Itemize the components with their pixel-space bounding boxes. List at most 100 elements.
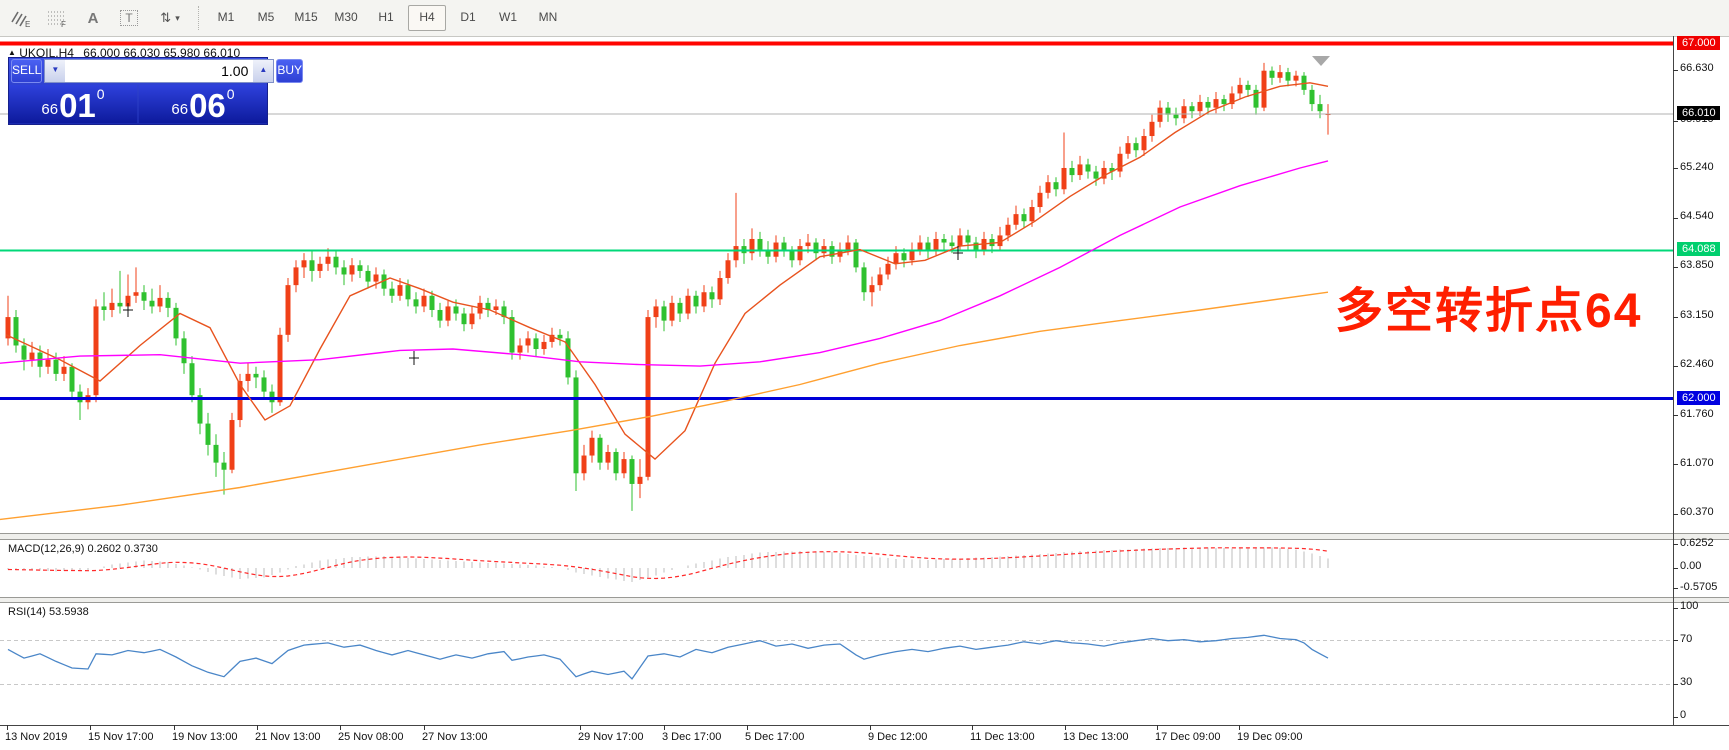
price-tick-label: 61.760 <box>1680 408 1714 420</box>
time-tick <box>174 725 175 730</box>
macd-tick-label: 0.6252 <box>1680 537 1714 549</box>
time-tick <box>340 725 341 730</box>
axis-tick <box>1673 608 1678 609</box>
axis-tick <box>1673 218 1678 219</box>
time-tick <box>972 725 973 730</box>
axis-tick <box>1673 588 1678 589</box>
timeframe-button-M5[interactable]: M5 <box>248 5 284 29</box>
grid-fibo-icon[interactable]: F <box>42 5 72 31</box>
textbox-t-icon[interactable]: T <box>114 5 144 31</box>
time-tick-label: 21 Nov 13:00 <box>255 731 321 743</box>
toolbar-separator <box>198 6 200 30</box>
time-tick-label: 5 Dec 17:00 <box>745 731 805 743</box>
timeframe-button-M1[interactable]: M1 <box>208 5 244 29</box>
price-tick-label: 63.150 <box>1680 309 1714 321</box>
price-tick-label: 64.540 <box>1680 210 1714 222</box>
sell-price-big: 01 <box>59 87 96 124</box>
collapse-triangle-icon[interactable]: ▲ <box>8 48 16 57</box>
rsi-tick-label: 30 <box>1680 676 1693 688</box>
rsi-tick-label: 100 <box>1680 600 1699 612</box>
timeframe-button-D1[interactable]: D1 <box>450 5 486 29</box>
macd-pane[interactable] <box>0 540 1673 597</box>
text-a-icon[interactable]: A <box>78 5 108 31</box>
price-badge: 67.000 <box>1677 36 1720 50</box>
axis-tick <box>1673 717 1678 718</box>
axis-tick <box>1673 267 1678 268</box>
time-tick <box>664 725 665 730</box>
axis-tick <box>1673 366 1678 367</box>
sell-price-display[interactable]: 66 01 0 <box>9 85 137 123</box>
time-tick <box>747 725 748 730</box>
volume-decrease-button[interactable]: ▼ <box>45 60 66 82</box>
price-tick-label: 60.370 <box>1680 506 1714 518</box>
time-tick-label: 25 Nov 08:00 <box>338 731 404 743</box>
axis-tick <box>1673 415 1678 416</box>
macd-tick-label: -0.5705 <box>1680 581 1718 593</box>
time-tick <box>7 725 8 730</box>
time-tick-label: 19 Nov 13:00 <box>172 731 238 743</box>
macd-label: MACD(12,26,9) 0.2602 0.3730 <box>8 543 158 555</box>
buy-price-big: 06 <box>189 87 226 124</box>
time-tick-label: 11 Dec 13:00 <box>970 731 1035 743</box>
time-tick-label: 13 Nov 2019 <box>5 731 68 743</box>
timeframe-button-H1[interactable]: H1 <box>368 5 404 29</box>
time-tick-label: 9 Dec 12:00 <box>868 731 928 743</box>
price-badge: 62.000 <box>1677 391 1720 405</box>
macd-tick-label: 0.00 <box>1680 560 1702 572</box>
timeframe-button-MN[interactable]: MN <box>530 5 566 29</box>
axis-tick <box>1673 168 1678 169</box>
one-click-trade-panel: SELL ▼ ▲ BUY 66 01 0 66 06 0 <box>8 57 304 125</box>
buy-button[interactable]: BUY <box>276 59 304 83</box>
axis-tick <box>1673 514 1678 515</box>
buy-price-prefix: 66 <box>171 101 189 118</box>
price-tick-label: 65.240 <box>1680 161 1714 173</box>
sell-price-sup: 0 <box>96 86 105 102</box>
time-tick-label: 19 Dec 09:00 <box>1237 731 1303 743</box>
timeframe-button-W1[interactable]: W1 <box>490 5 526 29</box>
price-tick-label: 61.070 <box>1680 457 1714 469</box>
pane-splitter-macd[interactable] <box>0 533 1729 540</box>
time-tick-label: 3 Dec 17:00 <box>662 731 722 743</box>
mt4-window: E F A T ⇅ ▾ M1 M5 M15 M30 H1 H4 D1 W1 MN ▲ UKOIL,… <box>0 0 1729 750</box>
volume-input[interactable] <box>65 60 254 82</box>
timeframe-group: M1 M5 M15 M30 H1 H4 D1 W1 MN <box>208 5 566 31</box>
timeframe-button-M30[interactable]: M30 <box>328 5 364 29</box>
volume-stepper: ▼ ▲ <box>44 59 275 83</box>
price-badge: 66.010 <box>1677 106 1720 120</box>
timeframe-button-H4[interactable]: H4 <box>408 5 446 31</box>
time-tick-label: 27 Nov 13:00 <box>422 731 488 743</box>
time-tick <box>90 725 91 730</box>
buy-price-display[interactable]: 66 06 0 <box>139 85 267 123</box>
time-tick-label: 15 Nov 17:00 <box>88 731 154 743</box>
sell-price-prefix: 66 <box>41 101 59 118</box>
axis-tick <box>1673 121 1678 122</box>
time-tick <box>870 725 871 730</box>
time-tick-label: 17 Dec 09:00 <box>1155 731 1221 743</box>
sell-button[interactable]: SELL <box>11 59 43 83</box>
svg-text:F: F <box>61 20 66 28</box>
toolbar: E F A T ⇅ ▾ M1 M5 M15 M30 H1 H4 D1 W1 MN <box>0 0 1729 37</box>
chart-expert-icon[interactable]: E <box>6 5 36 31</box>
rsi-pane[interactable] <box>0 603 1673 725</box>
axis-tick <box>1673 464 1678 465</box>
axis-tick <box>1673 568 1678 569</box>
axis-tick <box>1673 70 1678 71</box>
price-tick-label: 63.850 <box>1680 259 1714 271</box>
swap-arrows-icon[interactable]: ⇅ ▾ <box>150 5 190 31</box>
volume-increase-button[interactable]: ▲ <box>253 60 274 82</box>
axis-tick <box>1673 544 1678 545</box>
price-badge: 64.088 <box>1677 242 1720 256</box>
time-tick <box>1239 725 1240 730</box>
time-tick <box>424 725 425 730</box>
time-tick <box>1065 725 1066 730</box>
axis-tick <box>1673 317 1678 318</box>
time-tick <box>1157 725 1158 730</box>
rsi-label: RSI(14) 53.5938 <box>8 606 89 618</box>
rsi-tick-label: 70 <box>1680 633 1693 645</box>
svg-text:E: E <box>25 20 30 28</box>
time-tick-label: 29 Nov 17:00 <box>578 731 644 743</box>
price-tick-label: 66.630 <box>1680 62 1714 74</box>
chart-shift-marker-icon[interactable] <box>1312 56 1330 66</box>
timeframe-button-M15[interactable]: M15 <box>288 5 324 29</box>
axis-tick <box>1673 684 1678 685</box>
